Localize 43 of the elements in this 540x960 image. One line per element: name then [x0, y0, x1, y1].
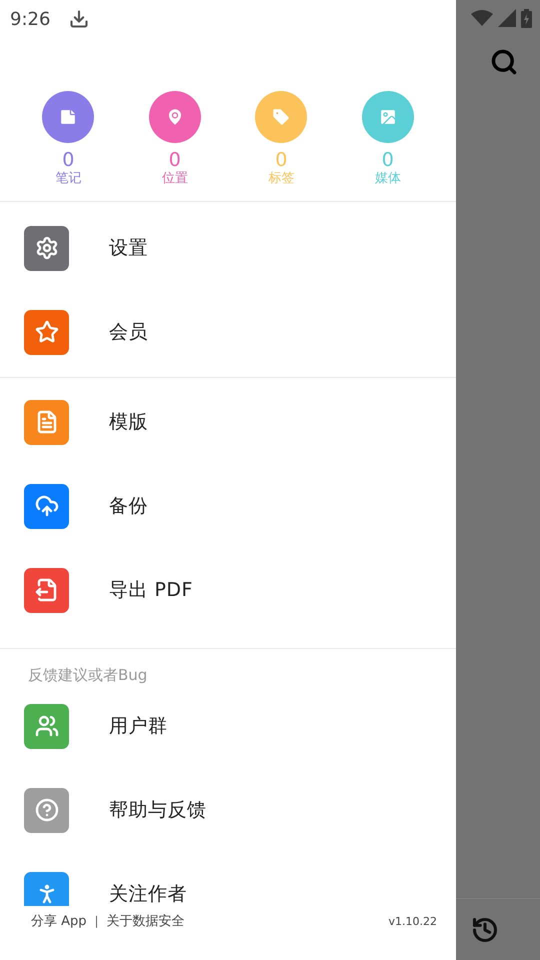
- stat-count: 0: [168, 149, 181, 171]
- menu-item[interactable]: 用户群: [0, 684, 456, 768]
- menu-item[interactable]: 导出 PDF: [0, 548, 456, 632]
- tag-icon: [271, 107, 292, 127]
- wifi-icon: [471, 10, 493, 26]
- data-security-link[interactable]: 关于数据安全: [106, 912, 185, 932]
- menu-item-label: 备份: [109, 494, 148, 519]
- gear-icon: [34, 236, 58, 260]
- menu-item-label: 会员: [109, 320, 148, 345]
- signal-icon: [498, 9, 516, 27]
- menu-item-label: 设置: [109, 236, 148, 261]
- star-icon: [34, 320, 58, 344]
- menu-item-label: 导出 PDF: [109, 578, 193, 603]
- menu-item-label: 关注作者: [109, 882, 187, 906]
- stat-label: 标签: [268, 171, 294, 187]
- menu-item[interactable]: 设置: [0, 206, 456, 290]
- stat-label: 媒体: [374, 171, 401, 187]
- status-time: 9:26: [10, 8, 50, 32]
- file-export-icon: [34, 578, 58, 602]
- menu-item[interactable]: 关注作者: [0, 852, 456, 906]
- share-app-link[interactable]: 分享 App: [31, 912, 87, 932]
- stat-count: 0: [62, 149, 74, 171]
- search-icon[interactable]: [490, 48, 518, 76]
- stat-count: 0: [382, 149, 394, 171]
- menu-item[interactable]: 备份: [0, 464, 456, 548]
- stat-count: 0: [275, 149, 288, 171]
- menu-item-label: 用户群: [109, 714, 168, 739]
- menu-item[interactable]: 会员: [0, 290, 456, 374]
- menu-item[interactable]: 帮助与反馈: [0, 768, 456, 852]
- download-icon: [69, 9, 90, 29]
- menu-item[interactable]: 模版: [0, 380, 456, 464]
- menu-item-label: 模版: [109, 410, 148, 435]
- separator: |: [94, 913, 99, 930]
- battery-icon: [521, 8, 532, 28]
- section-header: 反馈建议或者Bug: [28, 666, 148, 684]
- history-icon[interactable]: [471, 916, 499, 944]
- people-icon: [34, 714, 58, 738]
- version-label: v1.10.22: [388, 914, 437, 930]
- stat-label: 笔记: [55, 171, 82, 187]
- cloud-upload-icon: [34, 494, 58, 518]
- help-icon: [34, 798, 58, 822]
- menu-item-label: 帮助与反馈: [109, 798, 206, 823]
- stat-label: 位置: [162, 171, 188, 187]
